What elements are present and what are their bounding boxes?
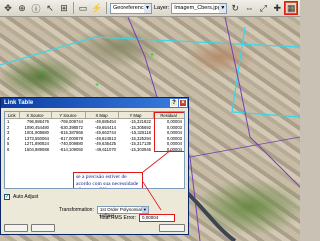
georeferencing-menu[interactable]: Georeferencing ▼	[110, 2, 152, 14]
svg-text:+: +	[150, 52, 154, 59]
georeferencing-toolbar: ✥ ⊕ ⓘ ↖ ⊞ ▭ ⚡ Georeferencing ▼ Layer: Im…	[0, 0, 300, 17]
chevron-down-icon: ▼	[144, 3, 151, 13]
auto-adjust-row: ✓ Auto Adjust	[4, 194, 38, 200]
dialog-left-buttons	[4, 224, 55, 232]
rotate-icon[interactable]: ↻	[229, 2, 241, 14]
save-button[interactable]	[31, 224, 55, 232]
add-link-icon[interactable]: ✚	[271, 2, 283, 14]
zoom-icon[interactable]: ⊕	[16, 2, 28, 14]
transformation-select[interactable]: 1st Order Polynomial (Affine) ▼	[96, 206, 149, 218]
transformation-row: Transformation: 1st Order Polynomial (Af…	[59, 206, 149, 218]
shift-icon[interactable]: ⇔	[243, 2, 255, 14]
rms-error-value: 0,00004	[138, 214, 175, 222]
load-button[interactable]	[4, 224, 28, 232]
layer-select[interactable]: Imagem_Cbers.jpg ▼	[171, 2, 228, 14]
select-icon[interactable]: ↖	[44, 2, 56, 14]
identify-icon[interactable]: ⓘ	[30, 2, 42, 14]
rms-row: Total RMS Error: 0,00004	[99, 214, 175, 222]
auto-adjust-checkbox[interactable]: ✓	[4, 194, 10, 200]
rms-label: Total RMS Error:	[99, 215, 136, 221]
chevron-down-icon: ▼	[219, 3, 227, 13]
hyperlink-icon[interactable]: ⚡	[91, 2, 103, 14]
layer-select-value: Imagem_Cbers.jpg	[174, 4, 221, 11]
chevron-down-icon: ▼	[141, 207, 148, 213]
transformation-label: Transformation:	[59, 207, 94, 213]
layer-label: Layer:	[154, 5, 170, 11]
highlight-link-table-button	[284, 1, 298, 15]
ruler-icon[interactable]: ▭	[77, 2, 89, 14]
pan-icon[interactable]: ✥	[2, 2, 14, 14]
ok-button[interactable]	[159, 224, 185, 232]
svg-text:+: +	[95, 82, 99, 89]
link-table-dialog: Link Table ? × Link X Source Y Source X …	[0, 97, 189, 235]
toolbar-divider	[106, 2, 107, 14]
toolbar-divider	[73, 2, 74, 14]
svg-text:+: +	[40, 70, 44, 77]
measure-icon[interactable]: ⊞	[58, 2, 70, 14]
scale-icon[interactable]: ⤢	[257, 2, 269, 14]
auto-adjust-label: Auto Adjust	[13, 194, 39, 200]
